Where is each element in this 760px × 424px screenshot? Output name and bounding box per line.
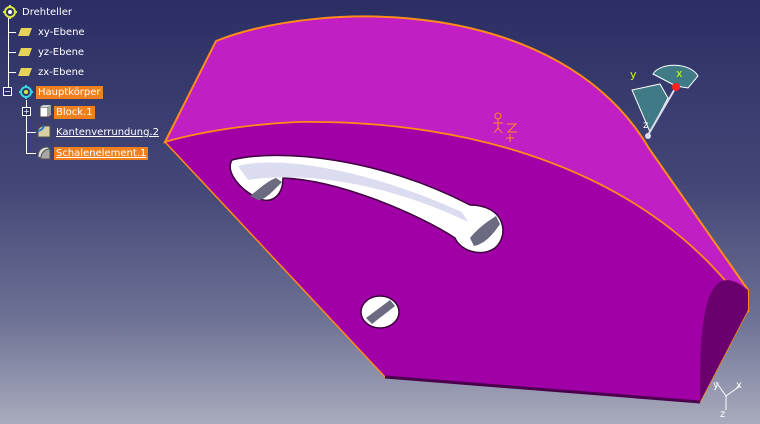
tree-node-yz-plane[interactable]: yz-Ebene	[18, 44, 86, 60]
compass-y-label: y	[630, 68, 637, 81]
tree-connector	[8, 72, 16, 73]
tree-node-label: Kantenverrundung.2	[56, 126, 159, 138]
plane-icon	[18, 28, 32, 36]
tree-node-label: zx-Ebene	[38, 66, 85, 78]
tree-node-xy-plane[interactable]: xy-Ebene	[18, 24, 87, 40]
plane-icon	[18, 68, 32, 76]
tree-node-shell[interactable]: Schalenelement.1	[36, 145, 149, 161]
tree-node-zx-plane[interactable]: zx-Ebene	[18, 64, 86, 80]
tree-node-label: xy-Ebene	[38, 26, 85, 38]
tree-connector	[8, 32, 16, 33]
expand-toggle[interactable]: +	[22, 107, 31, 116]
axis-y-label: y	[713, 380, 719, 391]
tree-node-pad[interactable]: Block.1	[36, 104, 95, 120]
axis-triad: y x z	[713, 380, 742, 420]
3d-viewport[interactable]: x y z y x z Drehteller xy-Ebene yz-Ebene…	[0, 0, 760, 424]
tree-connector	[26, 132, 36, 133]
tree-node-edge-fillet[interactable]: Kantenverrundung.2	[36, 124, 161, 140]
tree-node-label: Drehteller	[22, 6, 72, 18]
tree-connector	[8, 18, 9, 90]
compass-x-label: x	[676, 67, 683, 80]
shell-icon	[37, 146, 52, 160]
edge-fillet-icon	[37, 125, 51, 138]
tree-node-root[interactable]: Drehteller	[2, 4, 74, 20]
collapse-toggle[interactable]: −	[3, 87, 12, 96]
tree-node-label: Hauptkörper	[36, 85, 103, 99]
tree-node-label: yz-Ebene	[38, 46, 85, 58]
compass-widget[interactable]: x y z	[630, 64, 699, 139]
plane-icon	[18, 48, 32, 56]
specification-tree[interactable]: Drehteller xy-Ebene yz-Ebene zx-Ebene −	[0, 0, 200, 170]
tree-connector	[8, 52, 16, 53]
body-gear-icon	[19, 85, 33, 99]
part-gear-icon	[3, 5, 17, 19]
part-hole[interactable]	[360, 295, 400, 329]
axis-z-label: z	[720, 409, 725, 420]
tree-connector	[26, 153, 36, 154]
compass-z-label: z	[643, 120, 648, 131]
tree-node-label: Schalenelement.1	[54, 146, 149, 160]
tree-node-main-body[interactable]: Hauptkörper	[18, 84, 103, 100]
pad-icon	[39, 105, 51, 118]
axis-x-label: x	[736, 380, 742, 391]
tree-node-label: Block.1	[54, 105, 95, 119]
